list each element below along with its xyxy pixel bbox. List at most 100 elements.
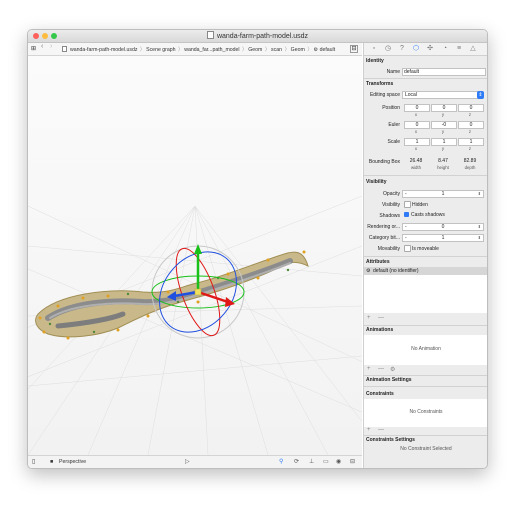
attributes-list: ⚙ default (no identifier) (364, 267, 487, 313)
scene-canvas[interactable] (28, 56, 362, 455)
scene-viewport[interactable] (28, 56, 362, 455)
axis-y-label: y (441, 146, 445, 151)
breadcrumb-item[interactable]: Geom (291, 47, 305, 53)
breadcrumb-separator: 〉 (307, 47, 313, 53)
eye-icon[interactable]: ◉ (336, 458, 341, 465)
remove-animation-button[interactable]: — (378, 366, 384, 372)
opacity-label: Opacity (383, 191, 400, 197)
history-inspector-icon[interactable]: ◷ (384, 45, 392, 53)
breadcrumb-item[interactable]: default (320, 47, 336, 53)
grid-view-icon[interactable]: ⊞ (31, 45, 36, 52)
document-icon (206, 31, 214, 39)
axis-x-label: x (414, 112, 418, 117)
sidebar-toggle-icon[interactable]: ▯ (32, 458, 35, 465)
title-bar: wanda-farm-path-model.usdz (28, 30, 487, 43)
camera-icon[interactable]: ■ (50, 459, 53, 465)
shadows-label: Shadows (379, 213, 400, 219)
axis-y-label: y (441, 129, 445, 134)
stepper-icon[interactable]: ⬍ (478, 235, 481, 241)
remove-attribute-button[interactable]: — (378, 315, 384, 321)
axis-z-label: z (468, 146, 472, 151)
no-constraint-selected-text: No Constraint Selected (400, 446, 452, 452)
toggle-inspector-icon[interactable]: ⊟ (350, 45, 358, 53)
divider (364, 375, 487, 376)
name-field[interactable]: default (402, 68, 486, 76)
camera-mode-label[interactable]: Perspective (59, 459, 86, 465)
movability-label: Movability (377, 246, 400, 252)
hidden-checkbox-label: Hidden (412, 202, 428, 208)
rendering-order-value: 0 (441, 224, 445, 230)
divider (364, 78, 487, 79)
gear-icon: ⚙ (313, 47, 319, 53)
attributes-inspector-icon[interactable]: ✣ (426, 45, 434, 53)
hidden-checkbox[interactable] (404, 201, 411, 208)
add-animation-button[interactable]: + (367, 366, 371, 372)
divider (364, 256, 487, 257)
position-y-field[interactable]: 0 (431, 104, 457, 112)
help-inspector-icon[interactable]: ? (398, 45, 406, 53)
physics-icon[interactable]: ⚲ (279, 458, 283, 465)
euler-z-field[interactable]: 0 (458, 121, 484, 129)
animation-settings-gear-icon[interactable]: ⚙ (390, 366, 395, 373)
casts-shadows-checkbox[interactable]: Casts shadows (404, 212, 445, 218)
bbox-height-value: 8.47 (438, 158, 448, 164)
node-inspector-icon[interactable]: ⬡ (412, 45, 420, 53)
add-attribute-button[interactable]: + (367, 315, 371, 321)
breadcrumb-item[interactable]: Scene graph (146, 47, 175, 53)
editing-space-value: Local (405, 92, 417, 98)
play-icon[interactable]: ▷ (185, 458, 190, 465)
breadcrumb-item[interactable]: wanda-farm-path-model.usdz (70, 47, 137, 53)
inspector-tabs: ▫ ◷ ? ⬡ ✣ ◔ ≡ △ (364, 43, 487, 56)
opacity-stepper[interactable]: - 1 ⬍ (402, 190, 484, 198)
attribute-row-label: default (no identifier) (373, 268, 419, 274)
lasso-icon[interactable]: ⟳ (294, 458, 299, 465)
stepper-icon[interactable]: ⬍ (478, 224, 481, 230)
scene-inspector-icon[interactable]: △ (469, 45, 477, 53)
attribute-row[interactable]: ⚙ default (no identifier) (364, 267, 487, 275)
scale-y-field[interactable]: 1 (431, 138, 457, 146)
movable-checkbox[interactable] (404, 245, 411, 252)
scale-x-field[interactable]: 1 (404, 138, 430, 146)
chevron-updown-icon[interactable]: ⇕ (477, 91, 484, 99)
category-bitmask-stepper[interactable]: - 1 ⬍ (402, 234, 484, 242)
movable-checkbox-label: Is moveable (412, 246, 439, 252)
euler-x-field[interactable]: 0 (404, 121, 430, 129)
axis-z-label: z (468, 112, 472, 117)
viewport-toolbar: ▯ ■ Perspective ▷ ⚲ ⟳ ⊥ ▭ ◉ ⊟ (28, 455, 362, 468)
remove-constraint-button[interactable]: — (378, 427, 384, 433)
position-label: Position (382, 105, 400, 111)
physics-inspector-icon[interactable]: ≡ (455, 45, 463, 53)
breadcrumb-item[interactable]: Geom (248, 47, 262, 53)
scale-z-field[interactable]: 1 (458, 138, 484, 146)
rendering-order-stepper[interactable]: - 0 ⬍ (402, 223, 484, 231)
checkmark-icon (404, 212, 409, 217)
scale-label: Scale (387, 139, 400, 145)
file-inspector-icon[interactable]: ▫ (370, 45, 378, 53)
material-inspector-icon[interactable]: ◔ (441, 45, 449, 53)
panel-icon[interactable]: ⊟ (350, 458, 355, 465)
rendering-order-label: Rendering or... (367, 224, 400, 230)
opacity-value: 1 (441, 191, 445, 197)
editing-space-select[interactable]: Local (402, 91, 482, 99)
axes-icon[interactable]: ⊥ (309, 458, 314, 465)
divider (364, 386, 487, 387)
breadcrumb-item[interactable]: wanda_far...path_model (184, 47, 239, 53)
attributes-header: Attributes (366, 259, 390, 265)
frame-icon[interactable]: ▭ (323, 458, 329, 465)
viewport-background (28, 56, 362, 455)
forward-chevron-icon[interactable]: › (50, 43, 52, 50)
gizmo-center-handle[interactable] (194, 288, 202, 296)
position-x-field[interactable]: 0 (404, 104, 430, 112)
axis-x-label: x (414, 146, 418, 151)
stepper-icon[interactable]: ⬍ (478, 191, 481, 197)
euler-y-field[interactable]: -0 (431, 121, 457, 129)
animations-header: Animations (366, 327, 394, 333)
breadcrumb-item[interactable]: scan (271, 47, 282, 53)
breadcrumb-separator: 〉 (178, 47, 184, 53)
breadcrumb: wanda-farm-path-model.usdz 〉Scene graph … (62, 46, 335, 53)
back-chevron-icon[interactable]: ‹ (41, 43, 43, 50)
category-bitmask-label: Category bit... (368, 235, 400, 241)
editing-space-label: Editing space (369, 92, 400, 98)
add-constraint-button[interactable]: + (367, 427, 371, 433)
position-z-field[interactable]: 0 (458, 104, 484, 112)
